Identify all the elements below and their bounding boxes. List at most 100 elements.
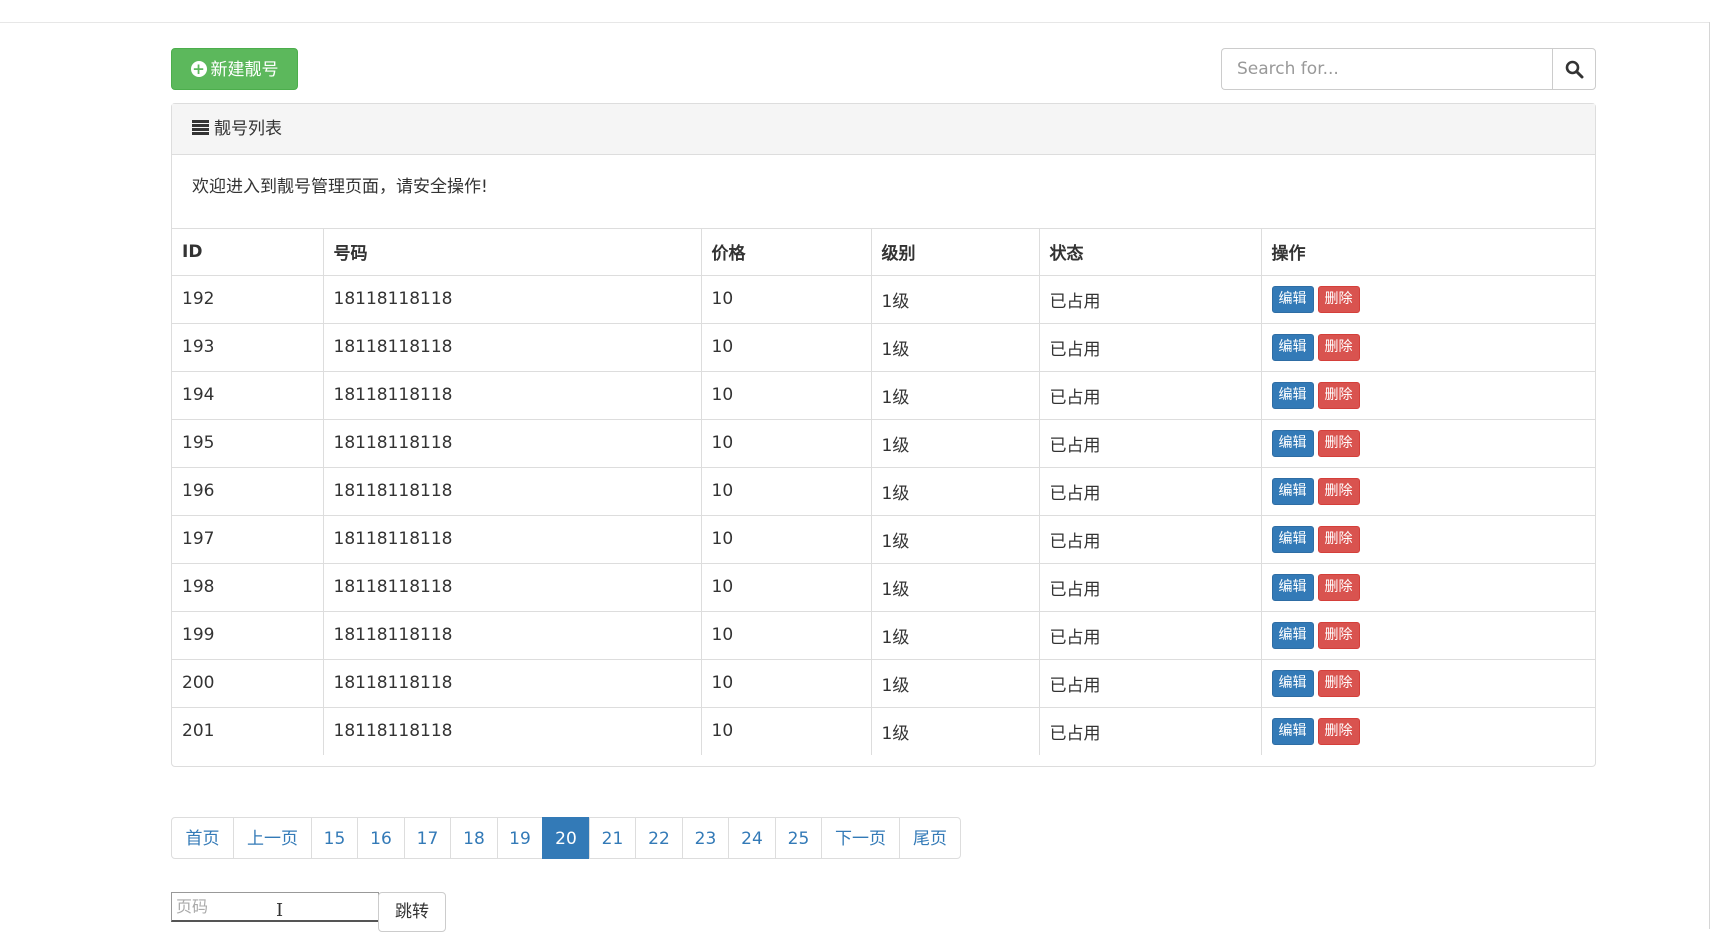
plus-circle-icon: + <box>190 60 207 78</box>
cell-id: 199 <box>172 611 324 660</box>
table-row: 194 18118118118 10 1级 已占用 编辑 删除 <box>172 371 1595 420</box>
page-link[interactable]: 下一页 <box>821 817 900 859</box>
cell-id: 193 <box>172 323 324 372</box>
column-header: 状态 <box>1039 229 1262 276</box>
cell-mobile: 18118118118 <box>323 611 702 660</box>
jump-button[interactable]: 跳转 <box>378 892 446 932</box>
cell-price: 10 <box>701 275 872 324</box>
edit-button[interactable]: 编辑 <box>1271 429 1314 457</box>
table-row: 201 18118118118 10 1级 已占用 编辑 删除 <box>172 707 1595 755</box>
cell-price: 10 <box>701 515 872 564</box>
new-number-button[interactable]: + 新建靓号 <box>171 48 298 90</box>
cell-status: 已占用 <box>1039 371 1262 420</box>
number-list-panel: 靓号列表 欢迎进入到靓号管理页面，请安全操作! ID 号码 价格 级别 状态 操作 192… <box>171 103 1596 767</box>
welcome-message: 欢迎进入到靓号管理页面，请安全操作! <box>172 155 1595 229</box>
page-link[interactable]: 尾页 <box>899 817 961 859</box>
cell-actions: 编辑 删除 <box>1261 419 1595 468</box>
page-link[interactable]: 19 <box>497 817 543 859</box>
edit-button[interactable]: 编辑 <box>1271 285 1314 313</box>
cell-status: 已占用 <box>1039 659 1262 708</box>
table-row: 195 18118118118 10 1级 已占用 编辑 删除 <box>172 419 1595 468</box>
page-link[interactable]: 16 <box>357 817 405 859</box>
cell-actions: 编辑 删除 <box>1261 275 1595 324</box>
top-navbar <box>0 0 1710 23</box>
list-icon <box>192 120 209 135</box>
page-link[interactable]: 25 <box>775 817 822 859</box>
page-link[interactable]: 18 <box>450 817 498 859</box>
cell-mobile: 18118118118 <box>323 515 702 564</box>
edit-button[interactable]: 编辑 <box>1271 573 1314 601</box>
delete-button[interactable]: 删除 <box>1317 381 1360 409</box>
page-number-input[interactable] <box>171 892 379 922</box>
cell-id: 195 <box>172 419 324 468</box>
cell-level: 1级 <box>871 275 1040 324</box>
cell-level: 1级 <box>871 371 1040 420</box>
cell-actions: 编辑 删除 <box>1261 611 1595 660</box>
table-row: 200 18118118118 10 1级 已占用 编辑 删除 <box>172 659 1595 708</box>
table-row: 193 18118118118 10 1级 已占用 编辑 删除 <box>172 323 1595 372</box>
edit-button[interactable]: 编辑 <box>1271 621 1314 649</box>
table-row: 192 18118118118 10 1级 已占用 编辑 删除 <box>172 275 1595 324</box>
cell-mobile: 18118118118 <box>323 371 702 420</box>
edit-button[interactable]: 编辑 <box>1271 525 1314 553</box>
delete-button[interactable]: 删除 <box>1317 573 1360 601</box>
delete-button[interactable]: 删除 <box>1317 333 1360 361</box>
table-row: 196 18118118118 10 1级 已占用 编辑 删除 <box>172 467 1595 516</box>
cell-level: 1级 <box>871 707 1040 755</box>
cell-status: 已占用 <box>1039 611 1262 660</box>
page-link[interactable]: 21 <box>589 817 636 859</box>
page-link[interactable]: 上一页 <box>233 817 312 859</box>
cell-level: 1级 <box>871 659 1040 708</box>
cell-price: 10 <box>701 563 872 612</box>
table-row: 197 18118118118 10 1级 已占用 编辑 删除 <box>172 515 1595 564</box>
cell-mobile: 18118118118 <box>323 275 702 324</box>
page-link[interactable]: 15 <box>311 817 358 859</box>
search-icon <box>1565 60 1584 79</box>
delete-button[interactable]: 删除 <box>1317 669 1360 697</box>
edit-button[interactable]: 编辑 <box>1271 333 1314 361</box>
panel-heading: 靓号列表 <box>172 104 1595 155</box>
cell-price: 10 <box>701 611 872 660</box>
cell-price: 10 <box>701 323 872 372</box>
search-input[interactable] <box>1221 48 1552 90</box>
edit-button[interactable]: 编辑 <box>1271 477 1314 505</box>
cell-level: 1级 <box>871 515 1040 564</box>
cell-status: 已占用 <box>1039 323 1262 372</box>
cell-level: 1级 <box>871 323 1040 372</box>
page-link[interactable]: 23 <box>682 817 729 859</box>
cell-mobile: 18118118118 <box>323 419 702 468</box>
edit-button[interactable]: 编辑 <box>1271 717 1314 745</box>
cell-status: 已占用 <box>1039 467 1262 516</box>
page-link[interactable]: 24 <box>728 817 776 859</box>
page-link[interactable]: 22 <box>635 817 683 859</box>
edit-button[interactable]: 编辑 <box>1271 669 1314 697</box>
page-link[interactable]: 20 <box>542 817 590 859</box>
cell-id: 198 <box>172 563 324 612</box>
cell-id: 192 <box>172 275 324 324</box>
cell-level: 1级 <box>871 563 1040 612</box>
cell-status: 已占用 <box>1039 275 1262 324</box>
cell-level: 1级 <box>871 467 1040 516</box>
search-button[interactable] <box>1552 48 1596 90</box>
cell-actions: 编辑 删除 <box>1261 659 1595 708</box>
cell-id: 201 <box>172 707 324 755</box>
edit-button[interactable]: 编辑 <box>1271 381 1314 409</box>
cell-price: 10 <box>701 659 872 708</box>
text-cursor-icon: I <box>276 900 284 921</box>
cell-price: 10 <box>701 419 872 468</box>
column-header: 价格 <box>701 229 872 276</box>
delete-button[interactable]: 删除 <box>1317 477 1360 505</box>
cell-price: 10 <box>701 467 872 516</box>
page-link[interactable]: 17 <box>404 817 451 859</box>
delete-button[interactable]: 删除 <box>1317 525 1360 553</box>
cell-mobile: 18118118118 <box>323 659 702 708</box>
delete-button[interactable]: 删除 <box>1317 717 1360 745</box>
cell-status: 已占用 <box>1039 707 1262 755</box>
delete-button[interactable]: 删除 <box>1317 429 1360 457</box>
delete-button[interactable]: 删除 <box>1317 621 1360 649</box>
delete-button[interactable]: 删除 <box>1317 285 1360 313</box>
cell-mobile: 18118118118 <box>323 467 702 516</box>
search-group <box>1221 48 1596 90</box>
page-link[interactable]: 首页 <box>171 817 234 859</box>
panel-title: 靓号列表 <box>214 119 282 139</box>
